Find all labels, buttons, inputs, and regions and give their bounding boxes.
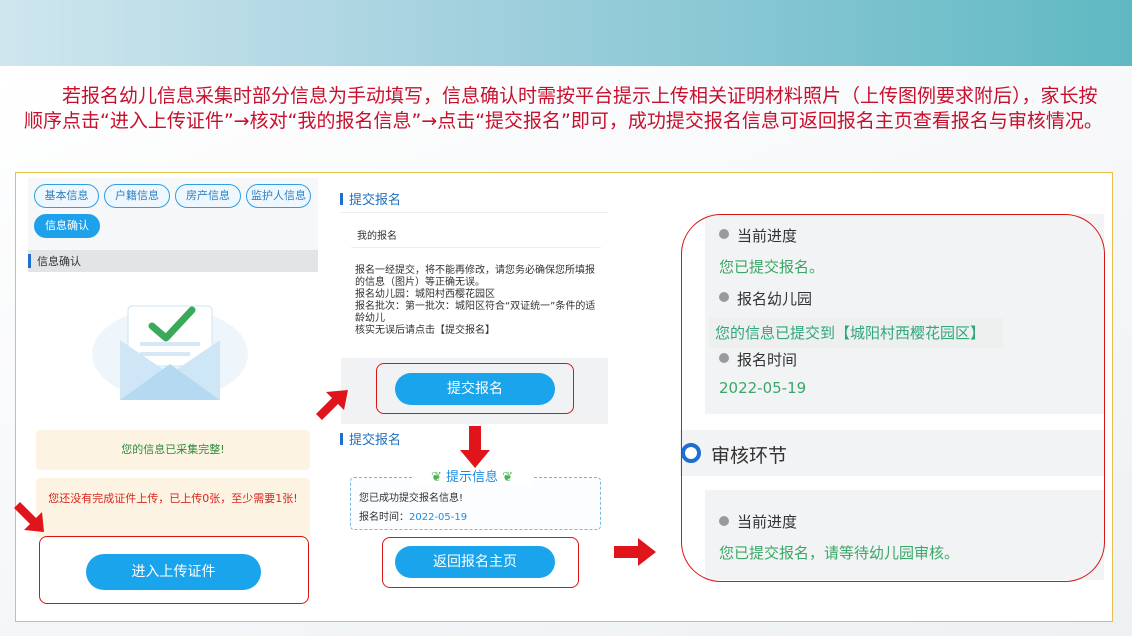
- tab-info-confirm[interactable]: 信息确认: [34, 214, 100, 238]
- card-body: 报名一经提交，将不能再修改，请您务必确保您所填报的信息（图片）等正确无误。 报名…: [355, 265, 596, 336]
- my-registration-card: 我的报名 报名一经提交，将不能再修改，请您务必确保您所填报的信息（图片）等正确无…: [341, 212, 608, 358]
- warning-message: 您还没有完成证件上传，已上传0张，至少需要1张!: [36, 478, 310, 538]
- envelope-check-icon: [92, 305, 248, 400]
- tab-basic-info[interactable]: 基本信息: [34, 184, 99, 208]
- red-arrow-icon: [614, 538, 656, 566]
- top-banner: [0, 0, 1132, 66]
- tab-property-info[interactable]: 房产信息: [175, 184, 241, 208]
- return-home-button[interactable]: 返回报名主页: [395, 546, 555, 578]
- red-arrow-icon: [14, 502, 44, 532]
- tip-success-text: 您已成功提交报名信息!: [359, 493, 464, 504]
- tab-guardian-info[interactable]: 监护人信息: [246, 184, 311, 208]
- leaf-icon: ❦: [430, 470, 446, 485]
- tip-time: 报名时间：2022-05-19: [359, 512, 468, 523]
- highlight-box-progress: [681, 214, 1105, 582]
- red-arrow-icon: [460, 426, 490, 468]
- card-head: 我的报名: [357, 231, 397, 242]
- section-title: 信息确认: [37, 255, 81, 268]
- section-header: 信息确认: [28, 250, 318, 272]
- tab-household-info[interactable]: 户籍信息: [104, 184, 170, 208]
- tip-title: ❦ 提示信息 ❦: [412, 466, 532, 485]
- section-title-submit-2: 提交报名: [340, 429, 401, 448]
- section-marker: [28, 254, 31, 268]
- red-arrow-icon: [316, 390, 348, 420]
- intro-text: 若报名幼儿信息采集时部分信息为手动填写，信息确认时需按平台提示上传相关证明材料照…: [24, 85, 1103, 132]
- upload-certificate-button[interactable]: 进入上传证件: [86, 554, 261, 590]
- leaf-icon: ❦: [498, 470, 514, 485]
- section-title-submit: 提交报名: [340, 189, 401, 208]
- complete-message: 您的信息已采集完整!: [36, 430, 310, 470]
- submit-registration-button[interactable]: 提交报名: [395, 373, 555, 405]
